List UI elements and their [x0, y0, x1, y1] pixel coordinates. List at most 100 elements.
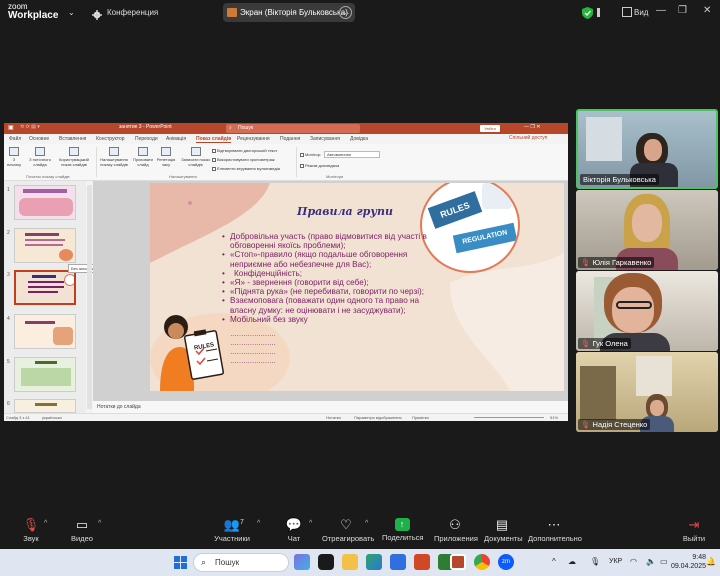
- notification-bell-icon[interactable]: 🔔: [706, 557, 716, 566]
- tray-overflow-icon[interactable]: ^: [552, 557, 556, 566]
- thumb-text-line: [28, 286, 64, 288]
- apps-button[interactable]: ⚇ Приложения: [434, 518, 478, 544]
- screen-share-indicator[interactable]: Экран (Вікторія Бульковська) …: [223, 3, 355, 22]
- ppt-ribbon: З початку З поточного слайда Користуваць…: [4, 144, 568, 181]
- ppt-tab-home[interactable]: Основне: [29, 136, 49, 142]
- ppt-tab-insert[interactable]: Вставлення: [59, 136, 86, 142]
- microphone-tray-icon[interactable]: 🎙: [590, 557, 600, 566]
- show-media-label: Елементи керування мультимедіа: [217, 166, 280, 171]
- ppt-tab-view[interactable]: Подання: [280, 136, 300, 142]
- participant-tile[interactable]: 🎙 Юлія Гаркавенко: [576, 190, 718, 270]
- share-screen-button[interactable]: ↑ Поделиться: [382, 518, 423, 542]
- taskbar-search-box[interactable]: ⌕ Пошук: [193, 553, 289, 572]
- setup-show-button[interactable]: Налаштування показу слайдів: [98, 147, 130, 167]
- minimize-icon[interactable]: —: [656, 6, 666, 16]
- react-button[interactable]: ♡ Отреагировать: [322, 518, 374, 544]
- audio-button[interactable]: 🎙 Звук: [20, 518, 42, 544]
- more-button[interactable]: ⋯ Дополнительно: [528, 518, 582, 544]
- slide-thumbnail[interactable]: [14, 314, 76, 349]
- chat-button[interactable]: 💬 Чат: [284, 518, 304, 544]
- windows-start-button[interactable]: [174, 556, 187, 569]
- ppt-tab-help[interactable]: Довідка: [350, 136, 368, 142]
- play-narrations-checkbox[interactable]: Відтворювати дикторський текст: [212, 148, 277, 153]
- volume-icon[interactable]: 🔈: [646, 557, 656, 566]
- custom-show-button[interactable]: Користувацький показ слайдів: [56, 147, 92, 167]
- slide-thumbnail[interactable]: [14, 399, 76, 413]
- current-slide[interactable]: RULES REGULATION Правила групи Добровіль…: [150, 183, 564, 391]
- chat-caret-icon[interactable]: ^: [309, 520, 312, 527]
- cloud-icon[interactable]: ☁: [568, 557, 576, 566]
- ppt-tab-file[interactable]: Файл: [9, 136, 21, 142]
- slide-notes-pane[interactable]: Нотатки до слайда: [93, 401, 568, 413]
- participant-tile[interactable]: Вікторія Бульковська: [576, 109, 718, 189]
- powerpoint-icon[interactable]: [414, 554, 430, 570]
- participants-caret-icon[interactable]: ^: [257, 520, 260, 527]
- documents-button[interactable]: ▤ Документы: [484, 518, 523, 544]
- keyboard-language[interactable]: УКР: [609, 558, 622, 565]
- slide-thumbnail-selected[interactable]: [14, 270, 76, 305]
- file-explorer-icon[interactable]: [342, 554, 358, 570]
- security-shield-icon[interactable]: [582, 6, 593, 19]
- ppt-tab-animation[interactable]: Анімація: [166, 136, 186, 142]
- store-icon[interactable]: [390, 554, 406, 570]
- pinned-app-icon[interactable]: [294, 554, 310, 570]
- slide-thumbnail[interactable]: [14, 185, 76, 220]
- audio-options-caret-icon[interactable]: ^: [44, 520, 47, 527]
- chevron-down-icon[interactable]: ⌄: [68, 8, 75, 17]
- ppt-window-controls[interactable]: — ❐ ✕: [524, 124, 540, 130]
- ppt-tab-design[interactable]: Конструктор: [96, 136, 125, 142]
- video-button[interactable]: ▭ Видео: [70, 518, 94, 544]
- participant-tile[interactable]: 🎙 Надія Стеценко: [576, 352, 718, 432]
- notes-status-button[interactable]: Нотатки: [326, 415, 341, 420]
- leave-meeting-button[interactable]: ⇥ Выйти: [682, 518, 706, 544]
- conference-menu[interactable]: Конференция: [107, 8, 158, 17]
- checkbox-icon: [300, 163, 304, 168]
- react-caret-icon[interactable]: ^: [365, 520, 368, 527]
- start-logo-tile: [181, 556, 187, 562]
- view-menu[interactable]: Вид: [634, 8, 648, 17]
- from-current-button[interactable]: З поточного слайда: [26, 147, 54, 167]
- chrome-icon[interactable]: [474, 554, 490, 570]
- thumbnail-scrollbar[interactable]: [87, 185, 92, 409]
- ppt-tab-recording[interactable]: Записування: [310, 136, 340, 142]
- more-options-icon[interactable]: …: [339, 6, 352, 19]
- slide-thumbnail[interactable]: [14, 357, 76, 392]
- comments-status-button[interactable]: Примітки: [412, 415, 429, 420]
- participant-name: 🎙 Надія Стеценко: [578, 419, 651, 430]
- ppt-signin-button[interactable]: Увійти: [480, 125, 500, 132]
- record-show-button[interactable]: Записати показ слайдів: [179, 147, 212, 167]
- system-clock[interactable]: 9:48 09.04.2025: [671, 553, 706, 571]
- ppt-tab-slideshow[interactable]: Показ слайдів: [196, 136, 232, 143]
- from-start-button[interactable]: З початку: [7, 147, 21, 167]
- bookshelf: [580, 366, 616, 420]
- use-timings-checkbox[interactable]: Використовувати хронометраж: [212, 157, 275, 162]
- participants-button[interactable]: 👥 Участники: [214, 518, 250, 544]
- ppt-search-box[interactable]: ⌕ Пошук: [226, 124, 360, 133]
- zoom-app-icon[interactable]: zm: [498, 554, 514, 570]
- rehearse-button[interactable]: Репетиція часу: [155, 147, 177, 167]
- battery-icon[interactable]: ▭: [660, 557, 668, 566]
- leave-label: Выйти: [682, 534, 706, 543]
- video-options-caret-icon[interactable]: ^: [98, 520, 101, 527]
- participant-tile[interactable]: 🎙 Гук Олена: [576, 271, 718, 351]
- show-media-checkbox[interactable]: Елементи керування мультимедіа: [212, 166, 280, 171]
- ppt-tab-transitions[interactable]: Переходи: [135, 136, 158, 142]
- chat-label: Чат: [287, 534, 301, 543]
- task-view-icon[interactable]: [318, 554, 334, 570]
- monitor-select[interactable]: Автоматично: [324, 151, 380, 158]
- search-icon: ⌕: [201, 557, 207, 567]
- presenter-view-checkbox[interactable]: Режим доповідача: [300, 163, 339, 168]
- powerpoint-active-icon[interactable]: [450, 554, 466, 570]
- ppt-share-button[interactable]: Спільний доступ: [509, 135, 547, 141]
- close-icon[interactable]: ✕: [703, 6, 711, 16]
- display-settings-button[interactable]: Параметри відображення: [354, 415, 402, 420]
- wifi-icon[interactable]: ◠: [630, 557, 637, 566]
- edge-browser-icon[interactable]: [366, 554, 382, 570]
- restore-icon[interactable]: ❐: [678, 6, 687, 16]
- participants-count: 7: [240, 519, 244, 526]
- zoom-top-bar: zoom Workplace ⌄ Конференция Экран (Вікт…: [0, 0, 720, 26]
- zoom-slider[interactable]: [474, 417, 544, 418]
- slide-thumbnail[interactable]: [14, 228, 76, 263]
- ppt-tab-review[interactable]: Рецензування: [237, 136, 270, 142]
- hide-slide-button[interactable]: Приховати слайд: [132, 147, 154, 167]
